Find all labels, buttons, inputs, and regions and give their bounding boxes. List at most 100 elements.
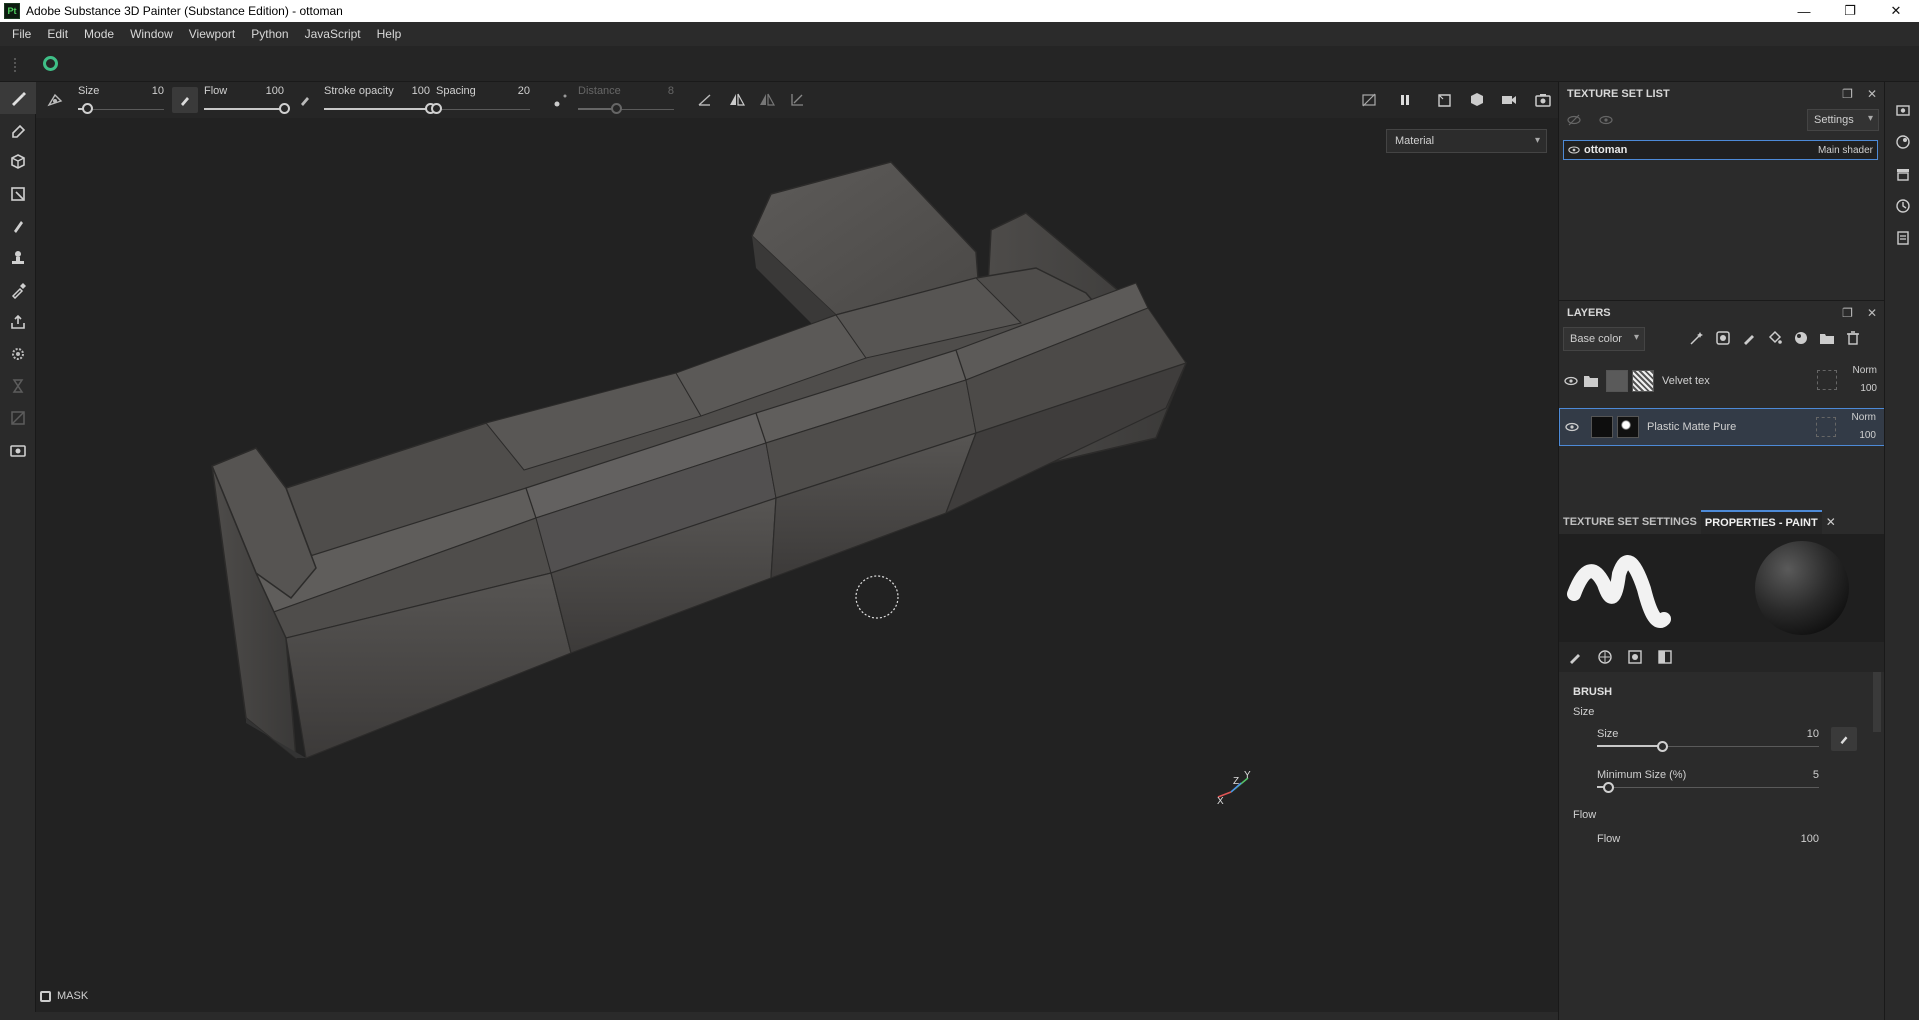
screenshot-tool-button[interactable] — [0, 434, 36, 466]
stencil-icon[interactable] — [1627, 649, 1643, 665]
layer-name[interactable]: Velvet tex — [1662, 375, 1710, 387]
brush-size-slider[interactable]: Size 10 — [1597, 728, 1819, 758]
layer-row-velvet-tex[interactable]: Velvet tex Norm 100 — [1559, 362, 1885, 400]
texture-set-settings-dropdown[interactable]: Settings ▾ — [1807, 109, 1879, 131]
eraser-tool-button[interactable] — [0, 114, 36, 146]
add-smart-material-icon[interactable] — [1793, 330, 1809, 346]
float-panel-icon[interactable]: ❐ — [1842, 87, 1853, 101]
add-paint-layer-icon[interactable] — [1741, 330, 1757, 346]
mask-checkbox-icon[interactable] — [40, 990, 51, 1002]
minimum-size-value[interactable]: 5 — [1813, 769, 1819, 781]
trash-icon[interactable] — [1845, 330, 1861, 346]
layer-channel-dropdown[interactable]: Base color ▾ — [1563, 327, 1645, 351]
layer-mask-thumbnail[interactable] — [1617, 416, 1639, 438]
layer-geometry-mask-slot[interactable] — [1816, 417, 1836, 437]
visibility-eye-icon[interactable] — [1564, 374, 1578, 388]
projection-tool-button[interactable] — [0, 146, 36, 178]
clone-tool-button[interactable] — [0, 242, 36, 274]
flow-slider-handle[interactable] — [279, 103, 290, 114]
add-folder-icon[interactable] — [1819, 330, 1835, 346]
symmetry-settings-button[interactable] — [754, 87, 780, 113]
menu-viewport[interactable]: Viewport — [181, 27, 243, 41]
brush-preset-button[interactable] — [42, 87, 68, 113]
bake-tool-button[interactable] — [0, 370, 36, 402]
menu-python[interactable]: Python — [243, 27, 296, 41]
size-slider[interactable]: Size 10 — [78, 82, 168, 118]
3d-viewport[interactable]: Z Y X Material ▾ MASK — [36, 118, 1558, 1012]
flow-slider[interactable]: Flow 100 — [204, 82, 290, 118]
visibility-eye-icon[interactable] — [1565, 420, 1579, 434]
tab-texture-set-settings[interactable]: TEXTURE SET SETTINGS — [1559, 510, 1701, 534]
maximize-button[interactable]: ❐ — [1827, 0, 1873, 22]
add-fill-layer-icon[interactable] — [1767, 330, 1783, 346]
export-tool-button[interactable] — [0, 306, 36, 338]
size-slider-handle[interactable] — [81, 103, 93, 114]
layer-name[interactable]: Plastic Matte Pure — [1647, 421, 1736, 433]
log-button[interactable] — [1885, 222, 1919, 254]
menu-window[interactable]: Window — [122, 27, 181, 41]
alpha-icon[interactable] — [1597, 649, 1613, 665]
line-mode-button[interactable] — [692, 87, 718, 113]
properties-scrollbar[interactable] — [1873, 672, 1881, 732]
layer-mask-thumbnail[interactable] — [1632, 370, 1654, 392]
smudge-tool-button[interactable] — [0, 210, 36, 242]
toolbar-grip-icon[interactable] — [14, 58, 16, 72]
symmetry-button[interactable] — [724, 87, 750, 113]
minimum-size-slider[interactable]: Minimum Size (%) 5 — [1597, 769, 1819, 799]
brush-size-value[interactable]: 10 — [1807, 728, 1819, 740]
flow-pen-pressure-button[interactable] — [292, 87, 318, 113]
menu-edit[interactable]: Edit — [39, 27, 76, 41]
layer-row-plastic-matte-pure[interactable]: Plastic Matte Pure Norm 100 — [1559, 408, 1885, 446]
texture-set-item[interactable]: ottoman Main shader — [1563, 140, 1878, 160]
material-icon[interactable] — [1657, 649, 1673, 665]
history-button[interactable] — [1885, 190, 1919, 222]
eye-hidden-icon[interactable] — [1567, 113, 1581, 127]
eye-icon[interactable] — [1599, 113, 1613, 127]
brush-flow-value[interactable]: 100 — [1801, 833, 1819, 845]
texture-set-shader[interactable]: Main shader — [1818, 145, 1873, 156]
minimum-size-handle[interactable] — [1602, 782, 1614, 793]
sofa-model[interactable]: Z Y X — [36, 118, 1558, 1012]
layer-blend-mode[interactable]: Norm — [1852, 412, 1876, 423]
polygon-fill-tool-button[interactable] — [0, 178, 36, 210]
layer-blend-mode[interactable]: Norm — [1853, 365, 1877, 376]
layer-geometry-mask-slot[interactable] — [1817, 370, 1837, 390]
paint-tool-button[interactable] — [0, 82, 36, 114]
size-pressure-button[interactable] — [1831, 727, 1857, 751]
close-window-button[interactable]: ✕ — [1873, 0, 1919, 22]
measure-tool-button[interactable] — [0, 402, 36, 434]
distance-slider-handle[interactable] — [611, 103, 623, 114]
menu-mode[interactable]: Mode — [76, 27, 122, 41]
pause-button[interactable] — [1392, 87, 1418, 113]
spacing-slider-handle[interactable] — [431, 103, 442, 114]
plugin-ring-icon[interactable] — [43, 56, 58, 71]
add-effect-icon[interactable] — [1689, 330, 1705, 346]
close-panel-icon[interactable]: ✕ — [1867, 306, 1877, 320]
lazy-mouse-button[interactable] — [548, 87, 574, 113]
visibility-eye-icon[interactable] — [1568, 144, 1580, 156]
color-picker-tool-button[interactable] — [0, 274, 36, 306]
add-mask-icon[interactable] — [1715, 330, 1731, 346]
close-tab-icon[interactable]: ✕ — [1826, 515, 1836, 529]
stroke-opacity-slider[interactable]: Stroke opacity 100 — [324, 82, 436, 118]
minimize-button[interactable]: — — [1781, 0, 1827, 22]
menu-file[interactable]: File — [4, 27, 39, 41]
brush-settings-icon[interactable] — [1567, 649, 1583, 665]
tab-properties-paint[interactable]: PROPERTIES - PAINT — [1700, 510, 1822, 534]
camera-settings-button[interactable] — [1496, 87, 1522, 113]
screenshot-button[interactable] — [1530, 87, 1556, 113]
layer-opacity[interactable]: 100 — [1859, 430, 1876, 441]
settings-tool-button[interactable] — [0, 338, 36, 370]
viewport-channel-dropdown[interactable]: Material ▾ — [1386, 129, 1547, 153]
float-panel-icon[interactable]: ❐ — [1842, 306, 1853, 320]
view-3d-button[interactable] — [1464, 87, 1490, 113]
layer-opacity[interactable]: 100 — [1860, 383, 1877, 394]
close-panel-icon[interactable]: ✕ — [1867, 87, 1877, 101]
brush-size-handle[interactable] — [1657, 741, 1669, 752]
hide-ui-button[interactable] — [1356, 87, 1382, 113]
transform-button[interactable] — [784, 87, 810, 113]
spacing-slider[interactable]: Spacing 20 — [431, 82, 534, 118]
mask-toggle[interactable]: MASK — [40, 990, 88, 1002]
size-pen-pressure-button[interactable] — [172, 87, 198, 113]
brush-flow-slider[interactable]: Flow 100 — [1597, 833, 1819, 863]
